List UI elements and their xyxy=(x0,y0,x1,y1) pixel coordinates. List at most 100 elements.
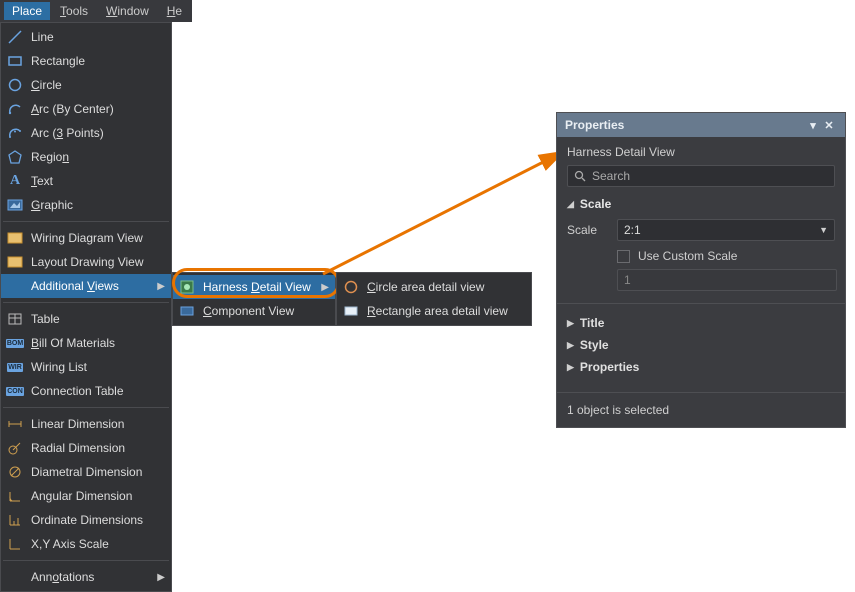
mitem-label: Arc (By Center)Arc (By Center) xyxy=(31,102,165,116)
mitem-bom[interactable]: BOM Bill Of MaterialsBill Of Materials xyxy=(1,331,171,355)
menu-place[interactable]: Place xyxy=(4,2,50,20)
separator xyxy=(3,302,169,303)
custom-scale-field[interactable]: 1 xyxy=(617,269,837,291)
connection-table-icon: CON xyxy=(7,383,23,399)
rectangle-icon xyxy=(7,53,23,69)
mitem-line[interactable]: Line xyxy=(1,25,171,49)
caret-right-icon: ▶ xyxy=(567,362,574,373)
wiring-list-icon: WIR xyxy=(7,359,23,375)
section-label: Properties xyxy=(580,360,639,374)
mitem-diametral-dimension[interactable]: Diametral Dimension xyxy=(1,460,171,484)
additional-views-submenu: Harness Detail ViewHarness Detail View ▶… xyxy=(172,272,336,326)
section-style-header[interactable]: ▶ Style xyxy=(567,338,835,352)
panel-title: Properties xyxy=(565,118,624,132)
mitem-label: Linear Dimension xyxy=(31,417,165,431)
mitem-arc-3pts[interactable]: Arc (3 Points)Arc (3 Points) xyxy=(1,121,171,145)
search-icon xyxy=(574,170,586,182)
mitem-wiring-list[interactable]: WIR Wiring List xyxy=(1,355,171,379)
scale-row: Scale 2:1 ▼ xyxy=(567,219,835,241)
table-icon xyxy=(7,311,23,327)
mitem-label: Ordinate Dimensions xyxy=(31,513,165,527)
harness-detail-submenu: Circle area detail viewCircle area detai… xyxy=(336,272,532,326)
line-icon xyxy=(7,29,23,45)
menu-tools[interactable]: TToolsools xyxy=(52,2,96,20)
mitem-label: Angular Dimension xyxy=(31,489,165,503)
section-label: Style xyxy=(580,338,609,352)
callout-arrow xyxy=(318,144,578,284)
mitem-angular-dimension[interactable]: Angular Dimension xyxy=(1,484,171,508)
rectangle-area-icon xyxy=(343,303,359,319)
mitem-radial-dimension[interactable]: Radial Dimension xyxy=(1,436,171,460)
mitem-layout-drawing-view[interactable]: Layout Drawing View xyxy=(1,250,171,274)
submenu-arrow-icon: ▶ xyxy=(157,572,165,583)
caret-right-icon: ▶ xyxy=(567,340,574,351)
mitem-label: Component ViewComponent View xyxy=(203,304,329,318)
mitem-label: Wiring Diagram View xyxy=(31,231,165,245)
circle-area-icon xyxy=(343,279,359,295)
separator xyxy=(3,560,169,561)
mitem-label: Connection Table xyxy=(31,384,165,398)
mitem-ordinate-dimensions[interactable]: Ordinate Dimensions xyxy=(1,508,171,532)
mitem-linear-dimension[interactable]: Linear Dimension xyxy=(1,412,171,436)
mitem-circle-area-detail[interactable]: Circle area detail viewCircle area detai… xyxy=(337,275,531,299)
harness-detail-icon xyxy=(179,279,195,295)
panel-footer: 1 object is selected xyxy=(557,392,845,427)
use-custom-scale-checkbox[interactable] xyxy=(617,250,630,263)
mitem-label: Circle area detail viewCircle area detai… xyxy=(367,280,525,294)
arc-center-icon xyxy=(7,101,23,117)
bom-icon: BOM xyxy=(7,335,23,351)
mitem-label: TextText xyxy=(31,174,165,188)
mitem-harness-detail-view[interactable]: Harness Detail ViewHarness Detail View ▶ xyxy=(173,275,335,299)
circle-icon xyxy=(7,77,23,93)
mitem-rectangle-area-detail[interactable]: Rectangle area detail viewRectangle area… xyxy=(337,299,531,323)
section-scale-header[interactable]: ◢ Scale xyxy=(567,197,835,211)
axis-scale-icon xyxy=(7,536,23,552)
section-properties-header[interactable]: ▶ Properties xyxy=(567,360,835,374)
mitem-region[interactable]: RegionRegion xyxy=(1,145,171,169)
scale-select[interactable]: 2:1 ▼ xyxy=(617,219,835,241)
section-divider xyxy=(557,303,845,304)
ordinate-dim-icon xyxy=(7,512,23,528)
panel-dropdown-icon[interactable]: ▾ xyxy=(805,119,821,132)
submenu-arrow-icon: ▶ xyxy=(321,282,329,293)
mitem-arc-center[interactable]: Arc (By Center)Arc (By Center) xyxy=(1,97,171,121)
mitem-label: Wiring List xyxy=(31,360,165,374)
mitem-xy-axis-scale[interactable]: X,Y Axis Scale xyxy=(1,532,171,556)
section-title-header[interactable]: ▶ Title xyxy=(567,316,835,330)
mitem-label: Table xyxy=(31,312,165,326)
arc-3pts-icon xyxy=(7,125,23,141)
mitem-component-view[interactable]: Component ViewComponent View xyxy=(173,299,335,323)
scale-label: Scale xyxy=(567,223,607,237)
mitem-rectangle[interactable]: Rectangle xyxy=(1,49,171,73)
use-custom-scale-label: Use Custom Scale xyxy=(638,249,737,263)
menu-help[interactable]: HeHe xyxy=(159,2,190,20)
mitem-label: X,Y Axis Scale xyxy=(31,537,165,551)
layout-drawing-icon xyxy=(7,254,23,270)
scale-value: 2:1 xyxy=(624,223,641,237)
use-custom-scale-row[interactable]: Use Custom Scale xyxy=(617,249,835,263)
panel-close-icon[interactable]: ✕ xyxy=(821,119,837,132)
mitem-label: Additional ViewsAdditional Views xyxy=(31,279,149,293)
mitem-table[interactable]: Table xyxy=(1,307,171,331)
linear-dim-icon xyxy=(7,416,23,432)
mitem-label: Rectangle xyxy=(31,54,165,68)
mitem-label: Layout Drawing View xyxy=(31,255,165,269)
mitem-additional-views[interactable]: Additional ViewsAdditional Views ▶ xyxy=(1,274,171,298)
text-icon: A xyxy=(7,173,23,189)
panel-titlebar: Properties ▾ ✕ xyxy=(557,113,845,137)
mitem-wiring-diagram-view[interactable]: Wiring Diagram View xyxy=(1,226,171,250)
mitem-graphic[interactable]: GraphicGraphic xyxy=(1,193,171,217)
menu-window[interactable]: WWindowindow xyxy=(98,2,157,20)
mitem-label: CircleCircle xyxy=(31,78,165,92)
panel-body: Harness Detail View Search ◢ Scale Scale… xyxy=(557,137,845,392)
mitem-circle[interactable]: CircleCircle xyxy=(1,73,171,97)
mitem-connection-table[interactable]: CON Connection Table xyxy=(1,379,171,403)
search-input[interactable]: Search xyxy=(567,165,835,187)
mitem-label: Rectangle area detail viewRectangle area… xyxy=(367,304,525,318)
mitem-label: Arc (3 Points)Arc (3 Points) xyxy=(31,126,165,140)
mitem-label: GraphicGraphic xyxy=(31,198,165,212)
mitem-text[interactable]: A TextText xyxy=(1,169,171,193)
custom-scale-value: 1 xyxy=(624,273,631,287)
panel-context: Harness Detail View xyxy=(567,145,835,159)
blank-icon xyxy=(7,569,23,585)
